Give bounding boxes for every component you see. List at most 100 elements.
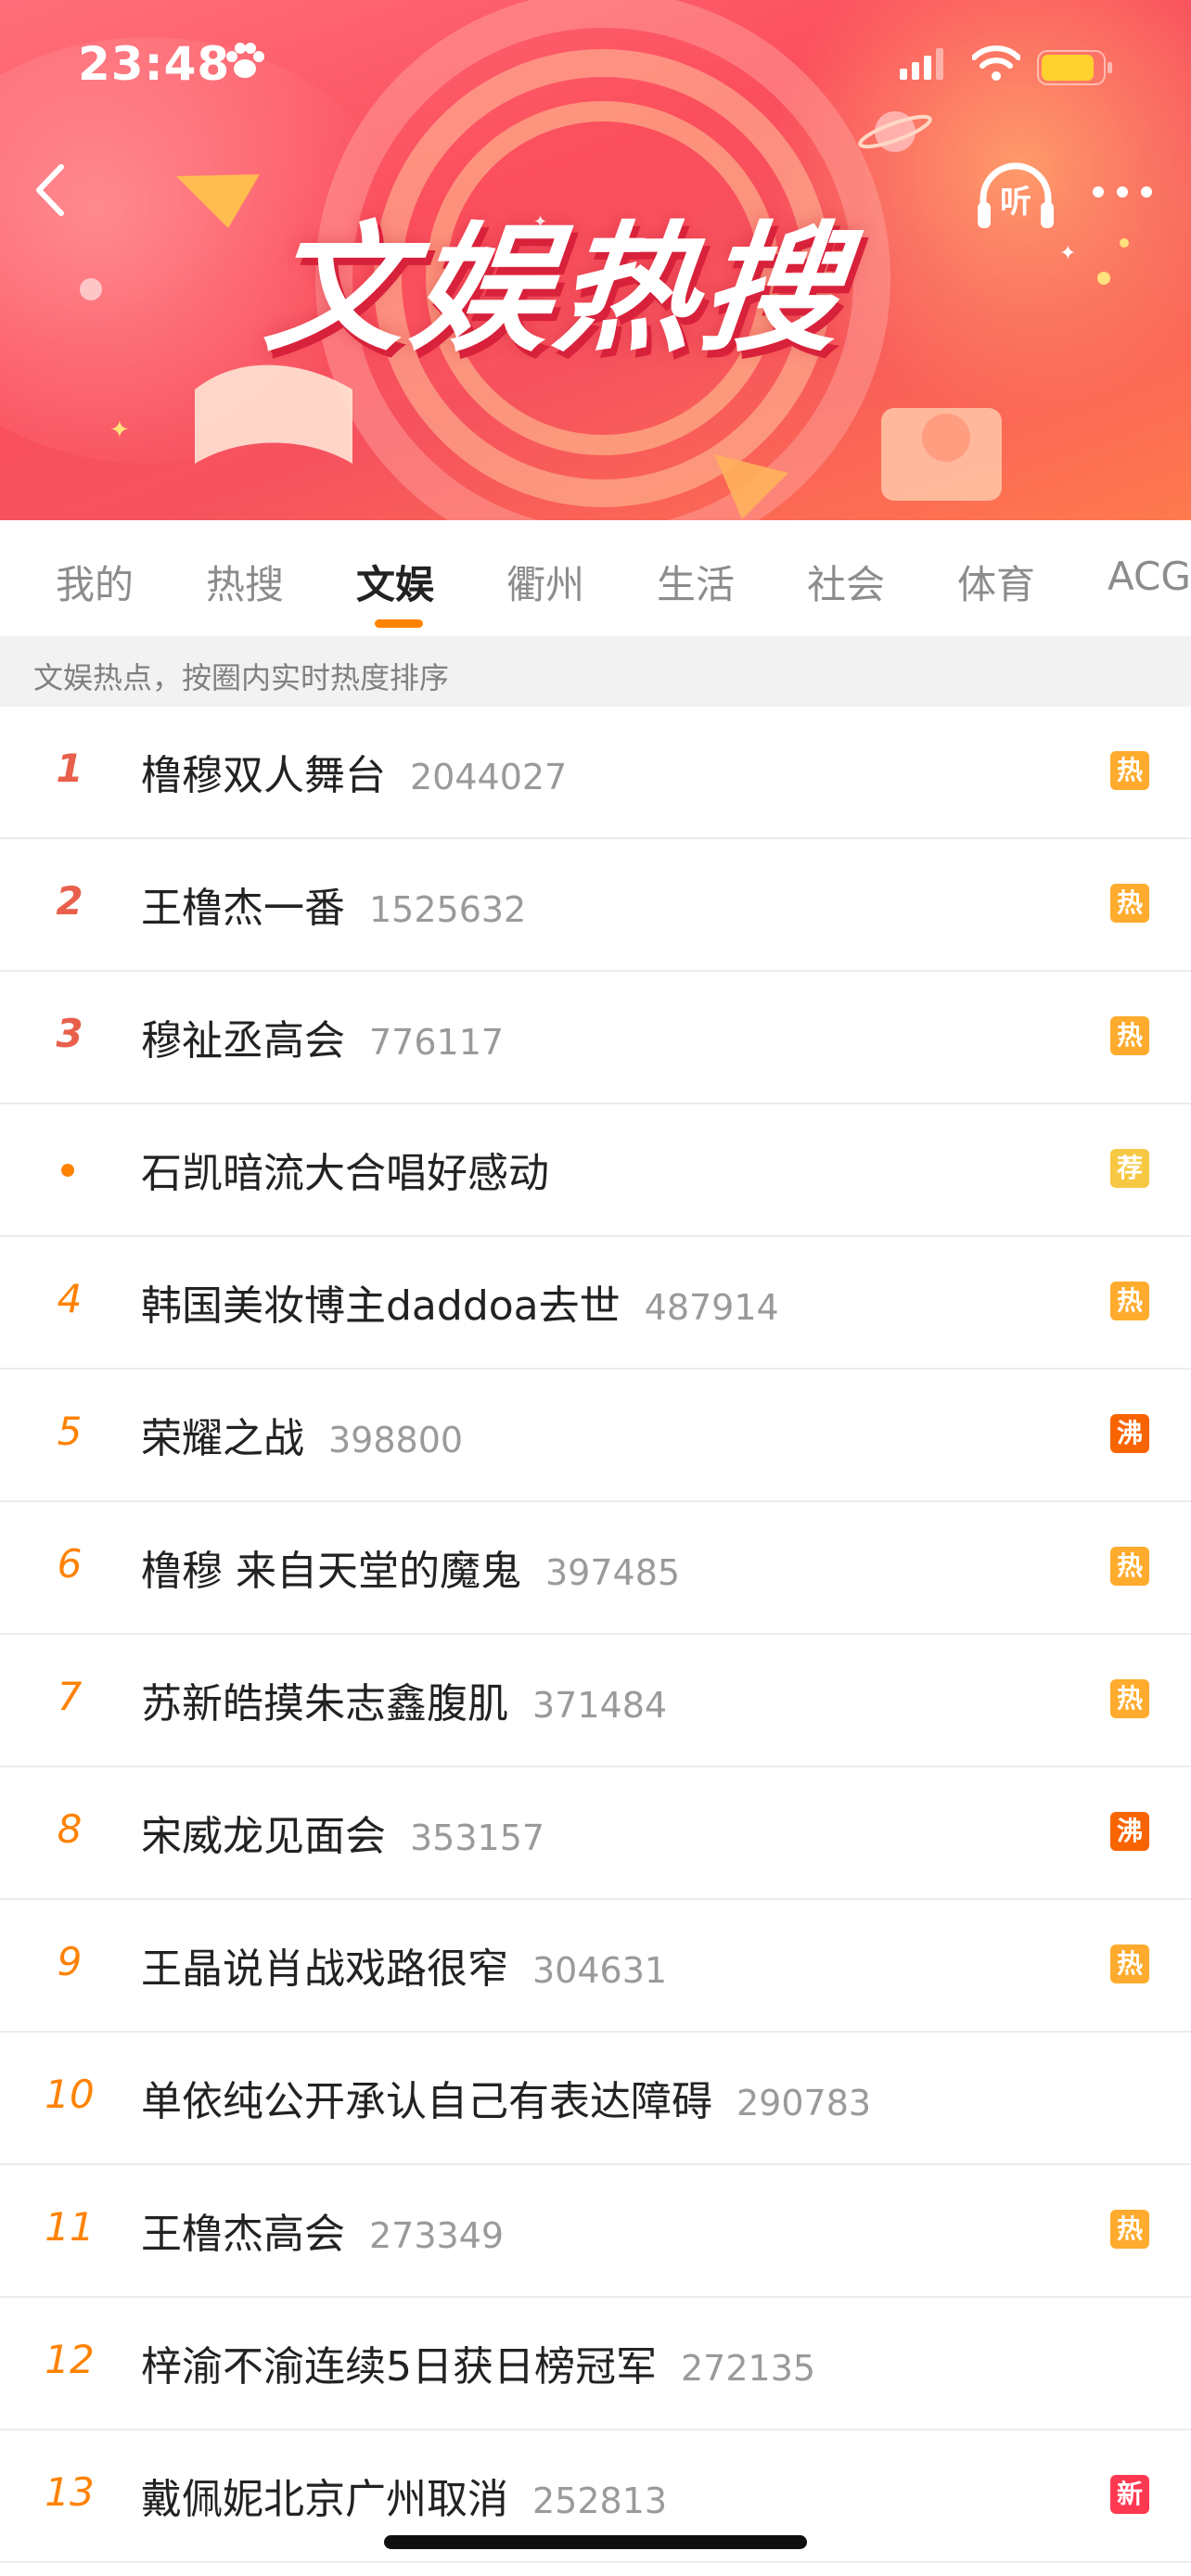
- rank-number: 12: [45, 2337, 95, 2382]
- heat-count: 487914: [644, 1287, 779, 1328]
- rank-number: 11: [45, 2204, 95, 2250]
- rank-number: 8: [57, 1806, 83, 1852]
- topic-link[interactable]: 王橹杰高会 273349: [141, 2200, 504, 2260]
- page-title: 文娱热搜: [258, 210, 855, 371]
- list-item[interactable]: 4 韩国美妆博主daddoa去世 487914 热: [0, 1237, 1191, 1370]
- topic-title: 石凯暗流大合唱好感动: [141, 1150, 549, 1197]
- topic-title: 梓渝不渝连续5日获日榜冠军: [141, 2343, 657, 2391]
- svg-text:✦: ✦: [109, 416, 130, 444]
- rank-number: 2: [56, 878, 83, 924]
- topic-link[interactable]: 橹穆双人舞台 2044027: [141, 742, 567, 801]
- tab-acg[interactable]: ACG: [1108, 554, 1191, 599]
- heat-count: 398800: [328, 1420, 464, 1460]
- status-badge: 热: [1110, 751, 1149, 790]
- heat-count: 353157: [410, 1817, 545, 1858]
- category-tab-bar: 我的 热搜 文娱 衢州 生活 社会 体育 ACG: [0, 520, 1191, 636]
- heat-count: 776117: [369, 1022, 505, 1063]
- topic-link[interactable]: 梓渝不渝连续5日获日榜冠军 272135: [141, 2333, 815, 2392]
- heat-count: 272135: [681, 2348, 816, 2389]
- status-badge: 荐: [1110, 1149, 1149, 1188]
- topic-title: 单依纯公开承认自己有表达障碍: [141, 2078, 712, 2125]
- topic-title: 宋威龙见面会: [141, 1813, 386, 1860]
- topic-link[interactable]: 单依纯公开承认自己有表达障碍 290783: [141, 2068, 871, 2127]
- promoted-dot-icon: [61, 1164, 74, 1177]
- tab-mine[interactable]: 我的: [56, 554, 134, 610]
- status-badge: 热: [1110, 2210, 1149, 2249]
- status-bar: 23:48: [0, 0, 1191, 121]
- topic-title: 穆祉丞高会: [141, 1017, 345, 1065]
- topic-link[interactable]: 王橹杰一番 1525632: [141, 874, 526, 934]
- list-item[interactable]: 7 苏新皓摸朱志鑫腹肌 371484 热: [0, 1635, 1191, 1767]
- rank-number: 1: [56, 746, 83, 791]
- status-badge: 热: [1110, 1282, 1149, 1320]
- heat-count: 273349: [369, 2215, 505, 2256]
- topic-link[interactable]: 橹穆 来自天堂的魔鬼 397485: [141, 1537, 680, 1597]
- active-tab-indicator: [375, 619, 423, 628]
- status-badge: 热: [1110, 884, 1149, 923]
- topic-title: 橹穆 来自天堂的魔鬼: [141, 1548, 521, 1595]
- status-badge: 热: [1110, 1547, 1149, 1586]
- status-badge: 沸: [1110, 1812, 1149, 1851]
- rank-number: 4: [57, 1276, 83, 1321]
- listen-label: 听: [1000, 184, 1031, 221]
- hot-search-list: 1 橹穆双人舞台 2044027 热 2 王橹杰一番 1525632 热 3 穆祉丞高会 77611…: [0, 707, 1191, 2563]
- list-item[interactable]: 2 王橹杰一番 1525632 热: [0, 839, 1191, 972]
- list-item[interactable]: 3 穆祉丞高会 776117 热: [0, 972, 1191, 1104]
- rank-number: 6: [57, 1541, 83, 1587]
- wifi-icon: [972, 45, 1020, 81]
- back-button[interactable]: [20, 158, 85, 223]
- list-item[interactable]: 11 王橹杰高会 273349 热: [0, 2165, 1191, 2298]
- heat-count: 2044027: [410, 757, 568, 797]
- tab-quzhou[interactable]: 衢州: [506, 554, 584, 610]
- topic-link[interactable]: 荣耀之战 398800: [141, 1405, 463, 1464]
- topic-title: 韩国美妆博主daddoa去世: [141, 1282, 621, 1330]
- topic-link[interactable]: 宋威龙见面会 353157: [141, 1803, 544, 1862]
- heat-count: 304631: [532, 1950, 668, 1991]
- topic-link[interactable]: 苏新皓摸朱志鑫腹肌 371484: [141, 1670, 667, 1729]
- home-indicator[interactable]: [384, 2535, 807, 2549]
- svg-text:✦: ✦: [1059, 242, 1076, 265]
- more-dots-icon: [1093, 186, 1152, 198]
- cellular-signal-icon: [900, 48, 943, 80]
- topic-link[interactable]: 王晶说肖战戏路很窄 304631: [141, 1935, 667, 1995]
- status-badge: 沸: [1110, 1414, 1149, 1453]
- paw-icon: [226, 43, 264, 78]
- list-item[interactable]: 9 王晶说肖战戏路很窄 304631 热: [0, 1900, 1191, 2033]
- more-options-button[interactable]: [1085, 176, 1159, 208]
- heat-count: 371484: [532, 1685, 668, 1726]
- topic-title: 王橹杰高会: [141, 2211, 345, 2258]
- header-banner: ✦ ✦ ✦ 23:48 听 文娱热搜: [0, 0, 1191, 520]
- heat-count: 397485: [545, 1552, 681, 1593]
- rank-number: 10: [45, 2072, 95, 2117]
- rank-number: 13: [45, 2469, 95, 2515]
- rank-number: 5: [57, 1409, 83, 1454]
- topic-title: 苏新皓摸朱志鑫腹肌: [141, 1680, 508, 1728]
- list-item[interactable]: 10 单依纯公开承认自己有表达障碍 290783: [0, 2033, 1191, 2165]
- tab-sports[interactable]: 体育: [957, 554, 1035, 610]
- topic-link[interactable]: 石凯暗流大合唱好感动: [141, 1140, 549, 1199]
- list-item[interactable]: 1 橹穆双人舞台 2044027 热: [0, 707, 1191, 839]
- topic-title: 王晶说肖战戏路很窄: [141, 1945, 508, 1993]
- tab-hot-search[interactable]: 热搜: [206, 554, 284, 610]
- list-item[interactable]: 12 梓渝不渝连续5日获日榜冠军 272135: [0, 2298, 1191, 2430]
- chevron-left-icon: [36, 164, 64, 216]
- list-item[interactable]: 5 荣耀之战 398800 沸: [0, 1370, 1191, 1502]
- status-badge: 热: [1110, 1679, 1149, 1718]
- topic-link[interactable]: 戴佩妮北京广州取消 252813: [141, 2466, 667, 2525]
- list-description: 文娱热点，按圈内实时热度排序: [0, 636, 1191, 707]
- heat-count: 1525632: [369, 889, 527, 930]
- list-item[interactable]: 8 宋威龙见面会 353157 沸: [0, 1767, 1191, 1900]
- tab-society[interactable]: 社会: [807, 554, 885, 610]
- topic-title: 戴佩妮北京广州取消: [141, 2476, 508, 2523]
- list-item[interactable]: 石凯暗流大合唱好感动 荐: [0, 1104, 1191, 1237]
- heat-count: 252813: [532, 2480, 668, 2521]
- topic-link[interactable]: 穆祉丞高会 776117: [141, 1007, 504, 1066]
- list-item[interactable]: 6 橹穆 来自天堂的魔鬼 397485 热: [0, 1502, 1191, 1635]
- listen-button[interactable]: 听: [976, 159, 1056, 234]
- rank-number: 7: [57, 1674, 83, 1719]
- topic-link[interactable]: 韩国美妆博主daddoa去世 487914: [141, 1272, 779, 1332]
- topic-title: 橹穆双人舞台: [141, 752, 386, 799]
- tab-entertainment[interactable]: 文娱: [356, 554, 434, 610]
- tab-life[interactable]: 生活: [657, 554, 735, 610]
- status-badge: 热: [1110, 1945, 1149, 1983]
